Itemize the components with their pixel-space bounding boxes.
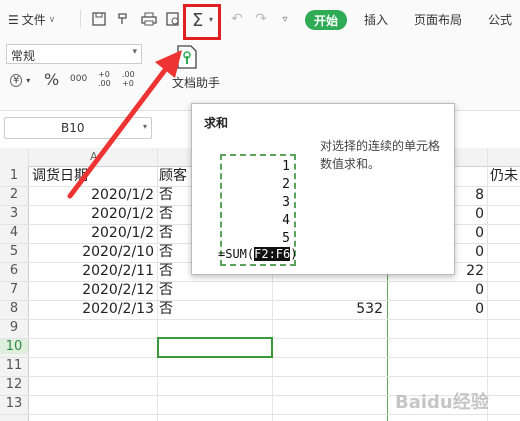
table-cell-flag[interactable]: 否 [159, 262, 173, 281]
row-header[interactable]: 11 [0, 358, 28, 373]
table-cell-flag[interactable]: 否 [159, 224, 173, 243]
table-cell-flag[interactable]: 否 [159, 205, 173, 224]
demo-value: 2 [282, 177, 290, 192]
gridline [0, 319, 520, 320]
more-icon[interactable]: ▿ [276, 10, 294, 28]
formula-prefix: =SUM( [218, 247, 255, 261]
demo-value: 5 [282, 231, 290, 246]
row-header[interactable]: 1 [0, 168, 28, 183]
currency-button[interactable]: ¥ ▾ [10, 72, 31, 87]
demo-value: 4 [282, 213, 290, 228]
demo-value: 3 [282, 195, 290, 210]
table-cell-amount[interactable]: 532 [275, 300, 383, 319]
hamburger-icon: ☰ [8, 12, 19, 27]
tab-formula[interactable]: 公式 [488, 11, 512, 28]
row-header[interactable]: 5 [0, 244, 28, 259]
row-header[interactable]: 4 [0, 225, 28, 240]
chevron-down-icon: ∨ [48, 14, 56, 25]
table-cell-date[interactable]: 2020/2/12 [30, 281, 154, 300]
tooltip-description: 对选择的连续的单元格数值求和。 [320, 139, 441, 171]
sum-demo-image: 1 2 3 4 5 =SUM(F2:F6) [204, 137, 308, 267]
row-header[interactable]: 3 [0, 206, 28, 221]
gridline [0, 376, 520, 377]
table-cell-flag[interactable]: 否 [159, 300, 173, 319]
row-header[interactable]: 12 [0, 377, 28, 392]
row-header[interactable]: 9 [0, 320, 28, 335]
gridline [487, 148, 488, 421]
table-cell-flag[interactable]: 否 [159, 243, 173, 262]
tab-insert[interactable]: 插入 [364, 11, 388, 28]
percent-button[interactable]: % [44, 70, 59, 89]
number-format-value: 常规 [11, 49, 36, 63]
table-cell-value[interactable]: 0 [390, 281, 484, 300]
row-header-active[interactable]: 10 [0, 339, 28, 354]
table-cell-value[interactable]: 0 [390, 300, 484, 319]
autosum-button[interactable]: Σ ▾ [183, 4, 221, 40]
chevron-down-icon: ▾ [26, 76, 31, 85]
divider [80, 10, 81, 28]
autosum-tooltip: 求和 对选择的连续的单元格数值求和。 1 2 3 4 5 =SUM(F2:F6) [191, 103, 455, 275]
print-icon[interactable] [140, 10, 158, 28]
table-cell-date[interactable]: 2020/2/11 [30, 262, 154, 281]
table-cell-date[interactable]: 2020/1/2 [30, 224, 154, 243]
demo-formula: =SUM(F2:F6) [218, 247, 297, 261]
table-cell-date[interactable]: 2020/2/13 [30, 300, 154, 319]
formula-suffix: ) [290, 247, 298, 261]
row-header[interactable]: 2 [0, 187, 28, 202]
format-painter-icon[interactable] [114, 10, 132, 28]
demo-value: 1 [282, 159, 290, 174]
row-header[interactable]: 7 [0, 282, 28, 297]
sigma-icon: Σ [192, 10, 204, 31]
watermark-logo: Baidu经验 [395, 392, 489, 413]
tab-home[interactable]: 开始 [305, 10, 347, 30]
header-cell-pending[interactable]: 仍未 [490, 167, 518, 186]
file-menu-label: 文件 [21, 13, 46, 27]
row-header[interactable]: 13 [0, 396, 28, 411]
save-icon[interactable] [90, 10, 108, 28]
table-cell-flag[interactable]: 否 [159, 281, 173, 300]
formula-range: F2:F6 [254, 247, 291, 261]
chevron-down-icon: ▾ [209, 15, 214, 24]
table-cell-date[interactable]: 2020/1/2 [30, 205, 154, 224]
tab-page-layout[interactable]: 页面布局 [414, 11, 462, 28]
active-cell-b10[interactable] [157, 337, 273, 358]
print-preview-icon[interactable] [164, 10, 182, 28]
currency-icon: ¥ [10, 74, 23, 87]
table-cell-date[interactable]: 2020/2/10 [30, 243, 154, 262]
undo-icon[interactable]: ↶ [228, 10, 246, 28]
gridline [0, 414, 520, 415]
redo-icon[interactable]: ↷ [252, 10, 270, 28]
annotation-arrow [67, 50, 182, 199]
row-header[interactable]: 8 [0, 301, 28, 316]
file-menu[interactable]: ☰ 文件 ∨ [8, 11, 55, 28]
tooltip-title: 求和 [204, 116, 229, 130]
row-header[interactable]: 6 [0, 263, 28, 278]
